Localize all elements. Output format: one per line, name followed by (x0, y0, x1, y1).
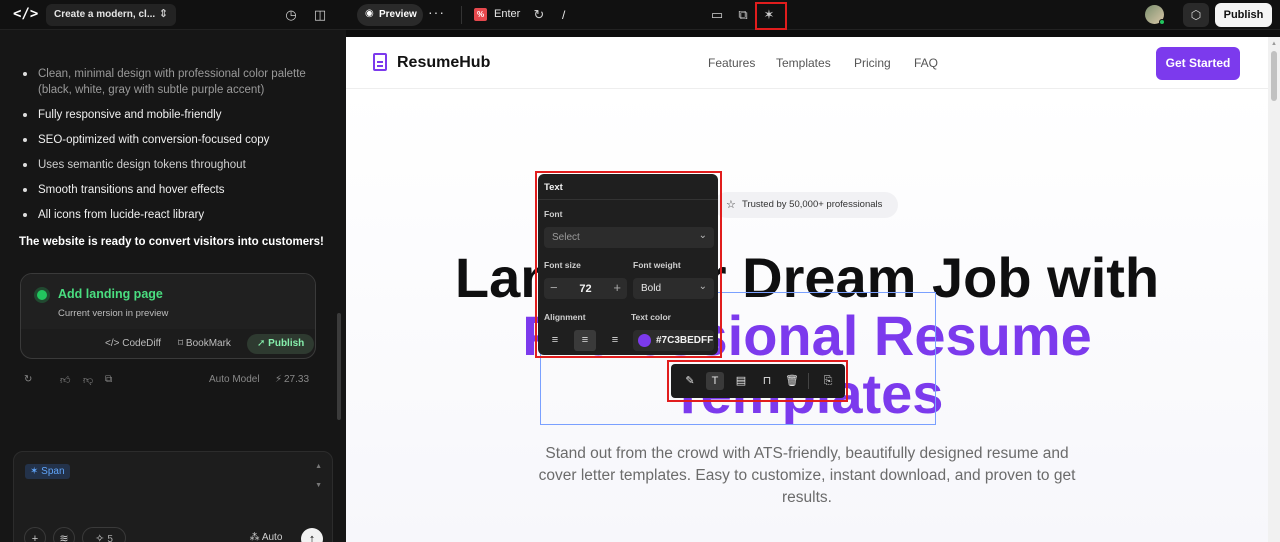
route-badge-icon: % (474, 8, 487, 21)
version-card-header: Add landing page Current version in prev… (21, 274, 315, 329)
scrollbar-thumb[interactable] (1271, 51, 1277, 101)
hero-section: ☆ Trusted by 50,000+ professionals Land … (346, 89, 1268, 542)
avatar[interactable] (1145, 5, 1165, 25)
monitor-icon[interactable]: ▭ (708, 6, 726, 24)
codediff-button[interactable]: </> CodeDiff (105, 334, 161, 354)
span-chip-label: Span (41, 466, 65, 477)
publish-button[interactable]: Publish (1215, 3, 1272, 27)
nav-faq[interactable]: FAQ (914, 56, 938, 70)
preview-scrollbar[interactable]: ▲ (1268, 37, 1280, 542)
nav-features[interactable]: Features (708, 56, 755, 70)
more-options-icon[interactable]: ··· (428, 4, 445, 20)
sparkle-icon: ✧ (95, 533, 105, 542)
bookmark-icon: ⌑ (178, 338, 184, 349)
refresh-icon[interactable]: ↻ (530, 6, 548, 24)
route-path[interactable]: / (562, 8, 565, 22)
copy-icon[interactable]: ⧉ (105, 374, 112, 385)
bookmark-label: BookMark (185, 338, 231, 349)
external-link-icon[interactable]: ⧉ (734, 6, 752, 24)
list-item: SEO-optimized with conversion-focused co… (18, 132, 328, 148)
list-item: Uses semantic design tokens throughout (18, 157, 328, 173)
get-started-button[interactable]: Get Started (1156, 47, 1240, 80)
scroll-down-icon[interactable]: ▼ (315, 482, 322, 489)
grid-icon: ⁂ (249, 532, 260, 542)
chevron-updown-icon: ⇕ (158, 8, 168, 20)
version-actions: </> CodeDiff ⌑ BookMark ➚ Publish (21, 331, 315, 357)
history-icon[interactable]: ◷ (282, 6, 300, 24)
version-card[interactable]: Add landing page Current version in prev… (20, 273, 316, 359)
retry-icon[interactable]: ↻ (24, 374, 32, 385)
credits-value: 27.33 (284, 374, 310, 385)
rocket-icon: ➚ (257, 338, 266, 349)
chat-scrollbar[interactable] (337, 313, 341, 420)
site-preview: ResumeHub Features Templates Pricing FAQ… (346, 37, 1268, 542)
star-icon: ☆ (726, 199, 736, 211)
nav-templates[interactable]: Templates (776, 56, 831, 70)
codediff-label: CodeDiff (122, 338, 161, 349)
nav-pricing[interactable]: Pricing (854, 56, 891, 70)
edit-toolbar-highlight (667, 360, 848, 402)
enhance-count: 5 (107, 534, 113, 542)
version-subtitle: Current version in preview (58, 308, 169, 319)
version-publish-label: Publish (268, 338, 305, 349)
preview-toggle[interactable]: ◉ Preview (357, 4, 423, 26)
text-panel-highlight (535, 171, 722, 358)
list-item: Clean, minimal design with professional … (18, 66, 328, 98)
version-title: Add landing page (58, 287, 163, 301)
preview-label: Preview (379, 9, 417, 20)
site-header: ResumeHub Features Templates Pricing FAQ… (346, 37, 1268, 89)
visual-edit-highlight (755, 2, 787, 30)
brand-name[interactable]: ResumeHub (397, 54, 490, 72)
online-status-dot (1159, 19, 1165, 25)
trusted-text: Trusted by 50,000+ professionals (742, 199, 883, 210)
credits-icon: ⚡︎ (275, 374, 283, 385)
model-label: Auto Model (209, 374, 260, 385)
scroll-up-icon[interactable]: ▲ (315, 463, 322, 470)
code-icon: </> (105, 338, 120, 349)
app-logo[interactable]: </> (13, 6, 38, 24)
divider (461, 6, 462, 24)
version-publish-button[interactable]: ➚ Publish (247, 334, 315, 354)
integrations-icon[interactable]: ⬡ (1183, 3, 1209, 27)
trusted-badge: ☆ Trusted by 50,000+ professionals (714, 192, 898, 218)
status-dot (37, 290, 47, 300)
thumbs-down-icon[interactable]: 👎︎ (83, 374, 93, 386)
message-actions: ↻ 👍︎ 👎︎ ⧉ Auto Model ⚡︎ 27.33 (20, 374, 320, 388)
enhance-button[interactable]: ✧ 5 (82, 527, 126, 542)
chat-panel: Clean, minimal design with professional … (0, 30, 346, 542)
thumbs-up-icon[interactable]: 👍︎ (60, 374, 70, 386)
list-item: Fully responsive and mobile-friendly (18, 107, 328, 123)
span-chip[interactable]: ✶ Span (25, 464, 70, 479)
list-item: All icons from lucide-react library (18, 207, 328, 223)
auto-mode-label: Auto (261, 532, 283, 542)
bookmark-button[interactable]: ⌑ BookMark (178, 334, 231, 354)
file-text-icon (373, 53, 387, 71)
add-attachment-icon[interactable]: + (24, 527, 46, 542)
scroll-up-icon[interactable]: ▲ (1271, 41, 1277, 47)
send-button[interactable]: ↑ (301, 528, 323, 542)
top-bar: </> Create a modern, cl... ⇕ ◷ ◫ ◉ Previ… (0, 0, 1280, 30)
voice-icon[interactable]: ≋ (53, 527, 75, 542)
eye-icon: ◉ (365, 8, 374, 19)
feature-list: Clean, minimal design with professional … (18, 66, 328, 232)
list-item: Smooth transitions and hover effects (18, 182, 328, 198)
project-title: Create a modern, cl... (54, 9, 156, 20)
auto-mode-button[interactable]: ⁂ Auto (244, 527, 288, 542)
route-name[interactable]: Enter (494, 8, 520, 20)
chat-composer[interactable]: ✶ Span ▲ ▼ + ≋ ✧ 5 ⁂ Auto ↑ (13, 451, 333, 542)
hero-subtitle[interactable]: Stand out from the crowd with ATS-friend… (532, 443, 1082, 509)
ready-message: The website is ready to convert visitors… (19, 236, 324, 248)
sidebar-toggle-icon[interactable]: ◫ (311, 6, 329, 24)
project-selector[interactable]: Create a modern, cl... ⇕ (46, 4, 176, 26)
